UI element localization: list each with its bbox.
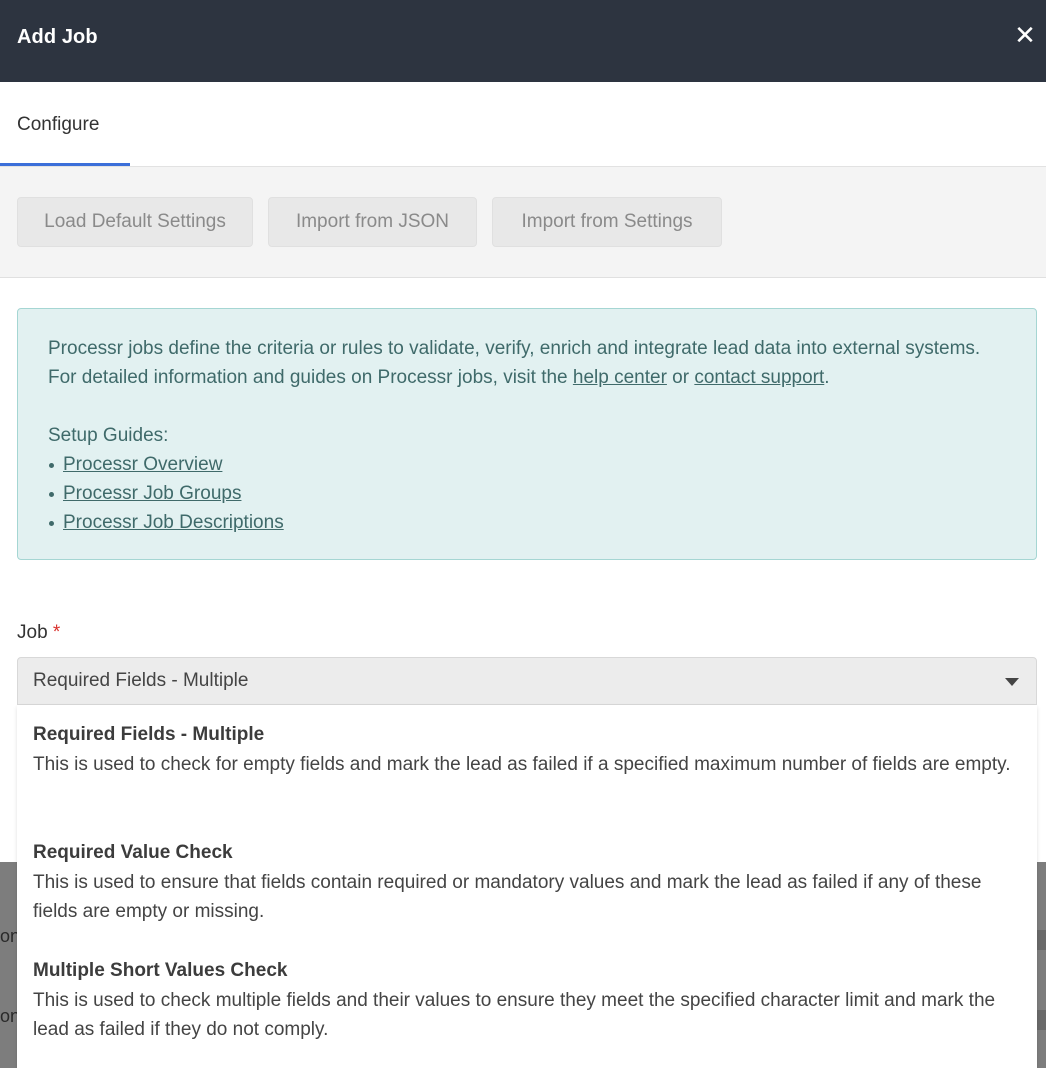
import-from-json-button[interactable]: Import from JSON bbox=[268, 197, 477, 247]
job-select-value: Required Fields - Multiple bbox=[33, 670, 249, 691]
tab-configure[interactable]: Configure bbox=[0, 82, 130, 166]
tab-bar: Configure bbox=[0, 82, 1046, 167]
backdrop-text-fragment: on bbox=[0, 926, 17, 946]
setup-guides-list: Processr Overview Processr Job Groups Pr… bbox=[48, 450, 1006, 537]
info-description: Processr jobs define the criteria or rul… bbox=[48, 338, 981, 359]
list-item: Processr Job Groups bbox=[49, 479, 1006, 508]
info-help-prefix: For detailed information and guides on P… bbox=[48, 367, 573, 388]
option-description: This is used to ensure that fields conta… bbox=[33, 872, 982, 922]
settings-toolbar: Load Default Settings Import from JSON I… bbox=[0, 167, 1046, 278]
dropdown-option[interactable]: Required Value Check This is used to ens… bbox=[17, 823, 1037, 941]
caret-down-icon bbox=[1005, 678, 1019, 686]
backdrop-strip bbox=[1036, 1010, 1046, 1030]
list-item: Processr Overview bbox=[49, 450, 1006, 479]
info-help-or: or bbox=[666, 367, 695, 388]
import-from-settings-button[interactable]: Import from Settings bbox=[492, 197, 722, 247]
backdrop-strip bbox=[1036, 930, 1046, 950]
info-box: Processr jobs define the criteria or rul… bbox=[17, 308, 1037, 560]
load-default-settings-button[interactable]: Load Default Settings bbox=[17, 197, 253, 247]
option-description: This is used to check for empty fields a… bbox=[33, 754, 1011, 775]
option-title: Required Fields - Multiple bbox=[33, 724, 265, 745]
close-icon[interactable]: ✕ bbox=[1014, 22, 1036, 48]
contact-support-link[interactable]: contact support bbox=[694, 367, 824, 388]
job-label-text: Job bbox=[17, 622, 48, 643]
guide-link-processr-overview[interactable]: Processr Overview bbox=[63, 454, 222, 475]
backdrop-text-fragment: on bbox=[0, 1006, 17, 1026]
option-title: Required Value Check bbox=[33, 842, 233, 863]
help-center-link[interactable]: help center bbox=[573, 367, 667, 388]
option-title: Multiple Short Values Check bbox=[33, 960, 288, 981]
info-help-line: For detailed information and guides on P… bbox=[48, 363, 1006, 392]
dropdown-option[interactable]: Required Fields - Multiple This is used … bbox=[17, 705, 1037, 823]
dropdown-option[interactable]: Multiple Short Values Check This is used… bbox=[17, 941, 1037, 1059]
setup-guides-heading: Setup Guides: bbox=[48, 425, 169, 446]
list-item: Processr Job Descriptions bbox=[49, 508, 1006, 537]
guide-link-processr-job-groups[interactable]: Processr Job Groups bbox=[63, 483, 241, 504]
guide-link-processr-job-descriptions[interactable]: Processr Job Descriptions bbox=[63, 512, 284, 533]
modal-title: Add Job bbox=[17, 26, 98, 48]
info-help-suffix: . bbox=[824, 367, 830, 388]
page: on on Add Job ✕ Configure Load Default S… bbox=[0, 0, 1046, 1068]
modal-header: Add Job ✕ bbox=[0, 0, 1046, 82]
job-dropdown-list: Required Fields - Multiple This is used … bbox=[17, 705, 1037, 1068]
job-field-label: Job * bbox=[17, 622, 60, 644]
required-marker: * bbox=[52, 622, 61, 643]
job-select[interactable]: Required Fields - Multiple bbox=[17, 657, 1037, 705]
option-description: This is used to check multiple fields an… bbox=[33, 990, 996, 1040]
